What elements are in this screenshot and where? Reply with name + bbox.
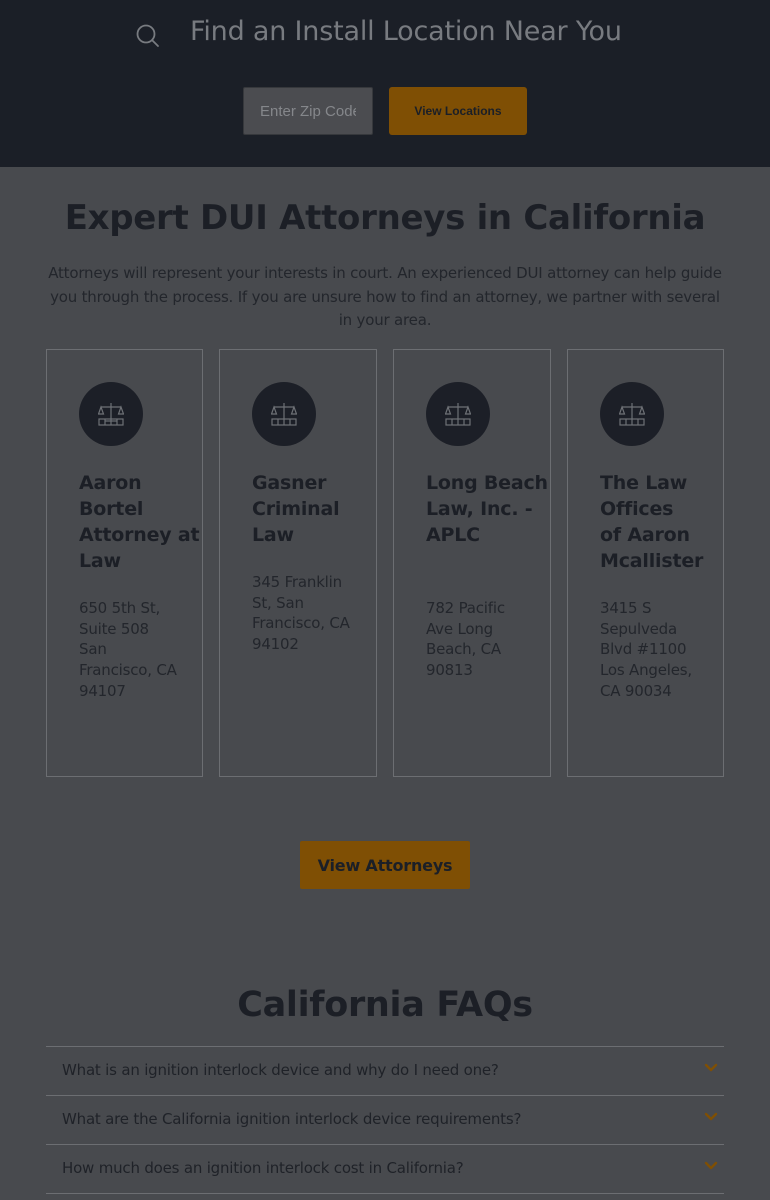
scales-icon	[600, 382, 664, 446]
faq-question[interactable]: What are the California ignition interlo…	[62, 1110, 521, 1128]
attorney-address: 345 Franklin St, San Francisco, CA 94102	[252, 573, 350, 654]
zip-code-input[interactable]	[243, 87, 373, 135]
faq-list: What is an ignition interlock device and…	[46, 1046, 724, 1194]
attorney-card[interactable]: Gasner Criminal Law 345 Franklin St, San…	[219, 349, 377, 777]
attorney-address: 650 5th St, Suite 508 San Francisco, CA …	[79, 599, 177, 700]
attorney-card[interactable]: The Law Offices of Aaron Mcallister 3415…	[567, 349, 724, 777]
chevron-down-icon[interactable]	[704, 1161, 718, 1171]
attorney-card[interactable]: Aaron Bortel Attorney at Law 650 5th St,…	[46, 349, 203, 777]
attorney-name[interactable]: The Law Offices of Aaron Mcallister	[600, 470, 703, 574]
faq-title: California FAQs	[237, 985, 533, 1025]
faq-item[interactable]: What is an ignition interlock device and…	[46, 1047, 724, 1096]
attorney-name[interactable]: Long Beach Law, Inc. - APLC	[426, 470, 554, 548]
scales-icon	[252, 382, 316, 446]
search-band: Find an Install Location Near You View L…	[0, 0, 770, 167]
faq-question[interactable]: What is an ignition interlock device and…	[62, 1061, 499, 1079]
search-title: Find an Install Location Near You	[190, 16, 622, 47]
scales-icon	[426, 382, 490, 446]
scales-icon	[79, 382, 143, 446]
faq-item[interactable]: What are the California ignition interlo…	[46, 1096, 724, 1145]
faq-question[interactable]: How much does an ignition interlock cost…	[62, 1159, 464, 1177]
chevron-down-icon[interactable]	[704, 1063, 718, 1073]
section-title: Expert DUI Attorneys in California	[64, 198, 706, 238]
attorney-name[interactable]: Aaron Bortel Attorney at Law	[79, 470, 207, 574]
search-title-row: Find an Install Location Near You	[0, 14, 770, 58]
chevron-down-icon[interactable]	[704, 1112, 718, 1122]
attorney-address: 3415 S Sepulveda Blvd #1100 Los Angeles,…	[600, 599, 692, 700]
view-locations-button[interactable]: View Locations	[389, 87, 527, 135]
attorney-name[interactable]: Gasner Criminal Law	[252, 470, 380, 548]
view-attorneys-button[interactable]: View Attorneys	[300, 841, 470, 889]
section-intro: Attorneys will represent your interests …	[48, 264, 722, 329]
faq-item[interactable]: How much does an ignition interlock cost…	[46, 1145, 724, 1194]
attorney-card[interactable]: Long Beach Law, Inc. - APLC 782 Pacific …	[393, 349, 551, 777]
attorney-address: 782 Pacific Ave Long Beach, CA 90813	[426, 599, 505, 680]
search-icon	[135, 23, 161, 49]
